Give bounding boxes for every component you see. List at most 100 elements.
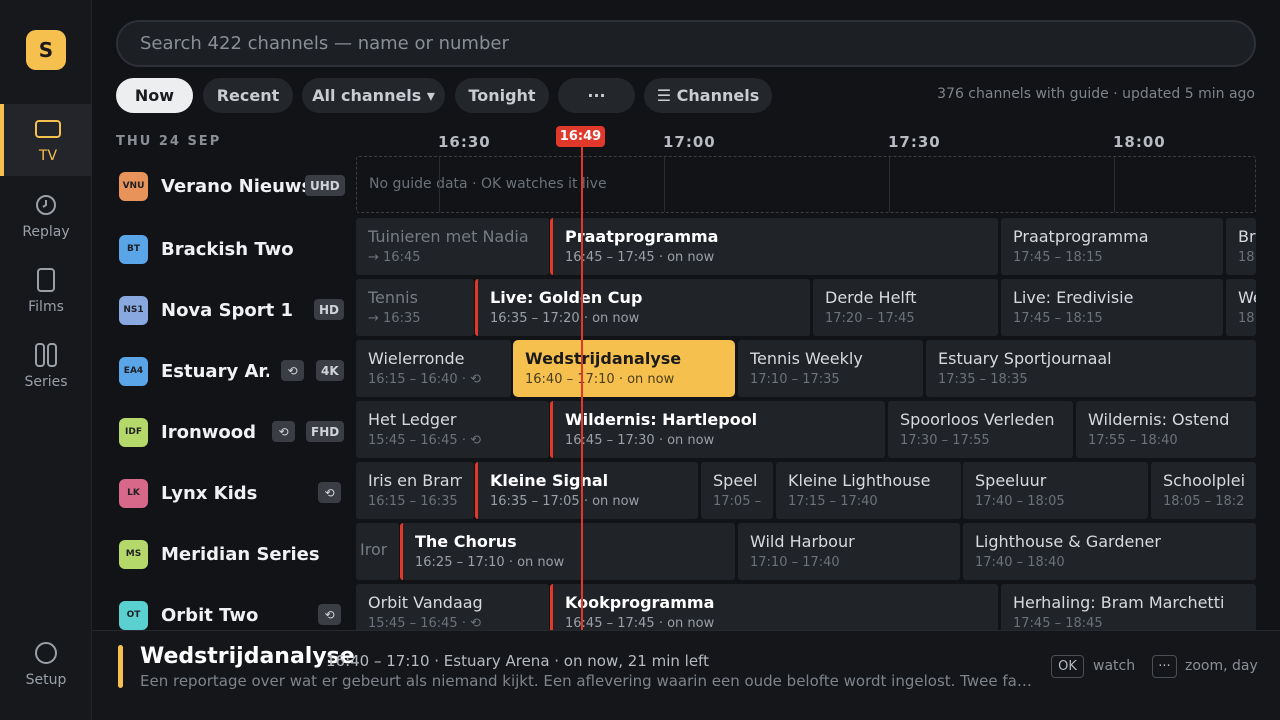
- program-time: 15:45 – 16:45 · ⟲: [368, 616, 481, 630]
- footer-program-meta: 16:40 – 17:10 · Estuary Arena · on now, …: [326, 652, 709, 670]
- program-title: Praatprogramma: [1013, 227, 1149, 246]
- channel-row-nova-sport-1[interactable]: NS1 Nova Sport 1 HD: [116, 282, 346, 338]
- program-time: 17:45 – 18:15: [1013, 250, 1103, 265]
- program-time: 15:45 – 16:45 · ⟲: [368, 433, 481, 448]
- channel-row-orbit-two[interactable]: OT Orbit Two ⟲: [116, 587, 346, 630]
- program-time: 17:10 – 17:40: [750, 555, 840, 570]
- program-cell-live[interactable]: Kookprogramma 16:45 – 17:45 · on now: [550, 584, 998, 630]
- dots-key-label: zoom, day: [1185, 658, 1258, 674]
- channel-row-ironwood[interactable]: IDF Ironwood ... ⟲ FHD: [116, 404, 346, 460]
- filter-recent-button[interactable]: Recent: [203, 78, 293, 113]
- program-cell-live[interactable]: Kleine Signal 16:35 – 17:05 · on now: [475, 462, 698, 519]
- program-cell[interactable]: Speel 17:05 –: [701, 462, 773, 519]
- program-cell[interactable]: Tennis Weekly 17:10 – 17:35: [738, 340, 923, 397]
- channel-row-estuary-arena[interactable]: EA4 Estuary Ar... ⟲ 4K: [116, 343, 346, 399]
- program-title: Wedstrijdanalyse: [525, 349, 682, 368]
- channel-logo: MS: [119, 539, 148, 569]
- filter-tonight-button[interactable]: Tonight: [455, 78, 549, 113]
- program-time: 17:15 – 17:40: [788, 494, 878, 509]
- program-cell-selected[interactable]: Wedstrijdanalyse 16:40 – 17:10 · on now: [513, 340, 735, 397]
- dots-key-hint: ···: [1152, 655, 1177, 678]
- program-cell-live[interactable]: Wildernis: Hartlepool 16:45 – 17:30 · on…: [550, 401, 885, 458]
- program-cell[interactable]: Schoolplein 18:05 – 18:25: [1151, 462, 1256, 519]
- program-time: 17:10 – 17:35: [750, 372, 840, 387]
- program-title: Wildernis: Ostend: [1088, 410, 1230, 429]
- program-title: Kleine Signal: [490, 471, 609, 490]
- program-cell[interactable]: We 18:: [1226, 279, 1256, 336]
- program-cell[interactable]: Het Ledger 15:45 – 16:45 · ⟲: [356, 401, 549, 458]
- channel-row-verano-nieuws[interactable]: VNU Verano Nieuws UHD: [116, 158, 346, 214]
- sidebar-item-label: Setup: [25, 672, 67, 688]
- program-cell[interactable]: Tuinieren met Nadia → 16:45: [356, 218, 549, 275]
- program-cell[interactable]: Herhaling: Bram Marchetti 17:45 – 18:45: [1001, 584, 1256, 630]
- replay-icon: ⟲: [318, 482, 341, 503]
- quality-badge: FHD: [306, 421, 345, 442]
- program-cell[interactable]: Live: Eredivisie 17:45 – 18:15: [1001, 279, 1223, 336]
- program-time: 17:55 – 18:40: [1088, 433, 1178, 448]
- filter-now-button[interactable]: Now: [116, 78, 193, 113]
- channel-row-brackish-two[interactable]: BT Brackish Two: [116, 221, 346, 277]
- program-title: We: [1238, 288, 1256, 307]
- program-cell-live[interactable]: Live: Golden Cup 16:35 – 17:20 · on now: [475, 279, 810, 336]
- program-cell[interactable]: Praatprogramma 17:45 – 18:15: [1001, 218, 1223, 275]
- program-title: Herhaling: Bram Marchetti: [1013, 593, 1225, 612]
- channel-name: Brackish Two: [161, 238, 294, 260]
- channel-logo: VNU: [119, 171, 148, 201]
- program-cell[interactable]: Wild Harbour 17:10 – 17:40: [738, 523, 960, 580]
- channels-list-button[interactable]: ☰ Channels: [644, 78, 772, 113]
- settings-icon: [34, 640, 58, 666]
- quality-badge: UHD: [305, 175, 345, 196]
- search-bar[interactable]: [116, 20, 1256, 67]
- sidebar-item-setup[interactable]: Setup: [0, 628, 92, 700]
- program-time: 16:45 – 17:45 · on now: [565, 250, 715, 265]
- channel-row-lynx-kids[interactable]: LK Lynx Kids ⟲: [116, 465, 346, 521]
- program-cell[interactable]: Bra 18:: [1226, 218, 1256, 275]
- footer-program-title: Wedstrijdanalyse: [140, 644, 355, 669]
- program-title: Tennis Weekly: [750, 349, 863, 368]
- program-time: 16:25 – 17:10 · on now: [415, 555, 565, 570]
- program-cell[interactable]: Iron: [356, 523, 399, 580]
- program-time: 16:35 – 17:05 · on now: [490, 494, 640, 509]
- program-cell[interactable]: Estuary Sportjournaal 17:35 – 18:35: [926, 340, 1256, 397]
- channel-row-meridian-series[interactable]: MS Meridian Series: [116, 526, 346, 582]
- app-root: S TV Replay Films Series Setup Search 42…: [0, 0, 1280, 720]
- program-time: 17:35 – 18:35: [938, 372, 1028, 387]
- date-label: THU 24 SEP: [116, 134, 222, 149]
- program-title: The Chorus: [415, 532, 517, 551]
- channel-name: Meridian Series: [161, 543, 320, 565]
- program-time: 16:45 – 17:30 · on now: [565, 433, 715, 448]
- program-cell[interactable]: Spoorloos Verleden 17:30 – 17:55: [888, 401, 1073, 458]
- filter-all-channels-dropdown[interactable]: All channels ▾: [302, 78, 445, 113]
- program-cell[interactable]: Wildernis: Ostend 17:55 – 18:40: [1076, 401, 1256, 458]
- program-title: Iris en Bram: [368, 471, 462, 490]
- search-input[interactable]: [118, 22, 1254, 65]
- program-cell[interactable]: Kleine Lighthouse 17:15 – 17:40: [776, 462, 961, 519]
- program-cell[interactable]: Speeluur 17:40 – 18:05: [963, 462, 1148, 519]
- program-cell[interactable]: Orbit Vandaag 15:45 – 16:45 · ⟲: [356, 584, 549, 630]
- quality-badge: HD: [314, 299, 345, 320]
- program-cell[interactable]: Derde Helft 17:20 – 17:45: [813, 279, 998, 336]
- program-cell[interactable]: Wielerronde 16:15 – 16:40 · ⟲: [356, 340, 511, 397]
- tv-icon: [34, 116, 62, 142]
- program-title: Live: Eredivisie: [1013, 288, 1134, 307]
- program-cell-live[interactable]: Praatprogramma 16:45 – 17:45 · on now: [550, 218, 998, 275]
- now-indicator-line: [581, 147, 583, 630]
- program-cell[interactable]: Iris en Bram 16:15 – 16:35 ·: [356, 462, 474, 519]
- epg-grid: VNU Verano Nieuws UHD No guide data · OK…: [0, 155, 1280, 630]
- program-title: Wild Harbour: [750, 532, 855, 551]
- program-no-guide[interactable]: No guide data · OK watches it live: [356, 156, 1256, 213]
- program-cell[interactable]: Tennis → 16:35: [356, 279, 474, 336]
- program-title: Kleine Lighthouse: [788, 471, 931, 490]
- program-time: 17:30 – 17:55: [900, 433, 990, 448]
- program-time: 16:15 – 16:40 · ⟲: [368, 372, 481, 387]
- program-title: No guide data · OK watches it live: [369, 176, 607, 192]
- channel-name: Estuary Ar...: [161, 360, 269, 382]
- program-time: 17:40 – 18:05: [975, 494, 1065, 509]
- program-cell[interactable]: Lighthouse & Gardener 17:40 – 18:40: [963, 523, 1256, 580]
- quality-badge: 4K: [316, 360, 344, 381]
- program-time: → 16:45: [368, 250, 421, 265]
- program-cell-live[interactable]: The Chorus 16:25 – 17:10 · on now: [400, 523, 735, 580]
- more-options-button[interactable]: ···: [558, 78, 635, 113]
- channel-logo: IDF: [119, 417, 148, 447]
- program-title: Tennis: [368, 288, 418, 307]
